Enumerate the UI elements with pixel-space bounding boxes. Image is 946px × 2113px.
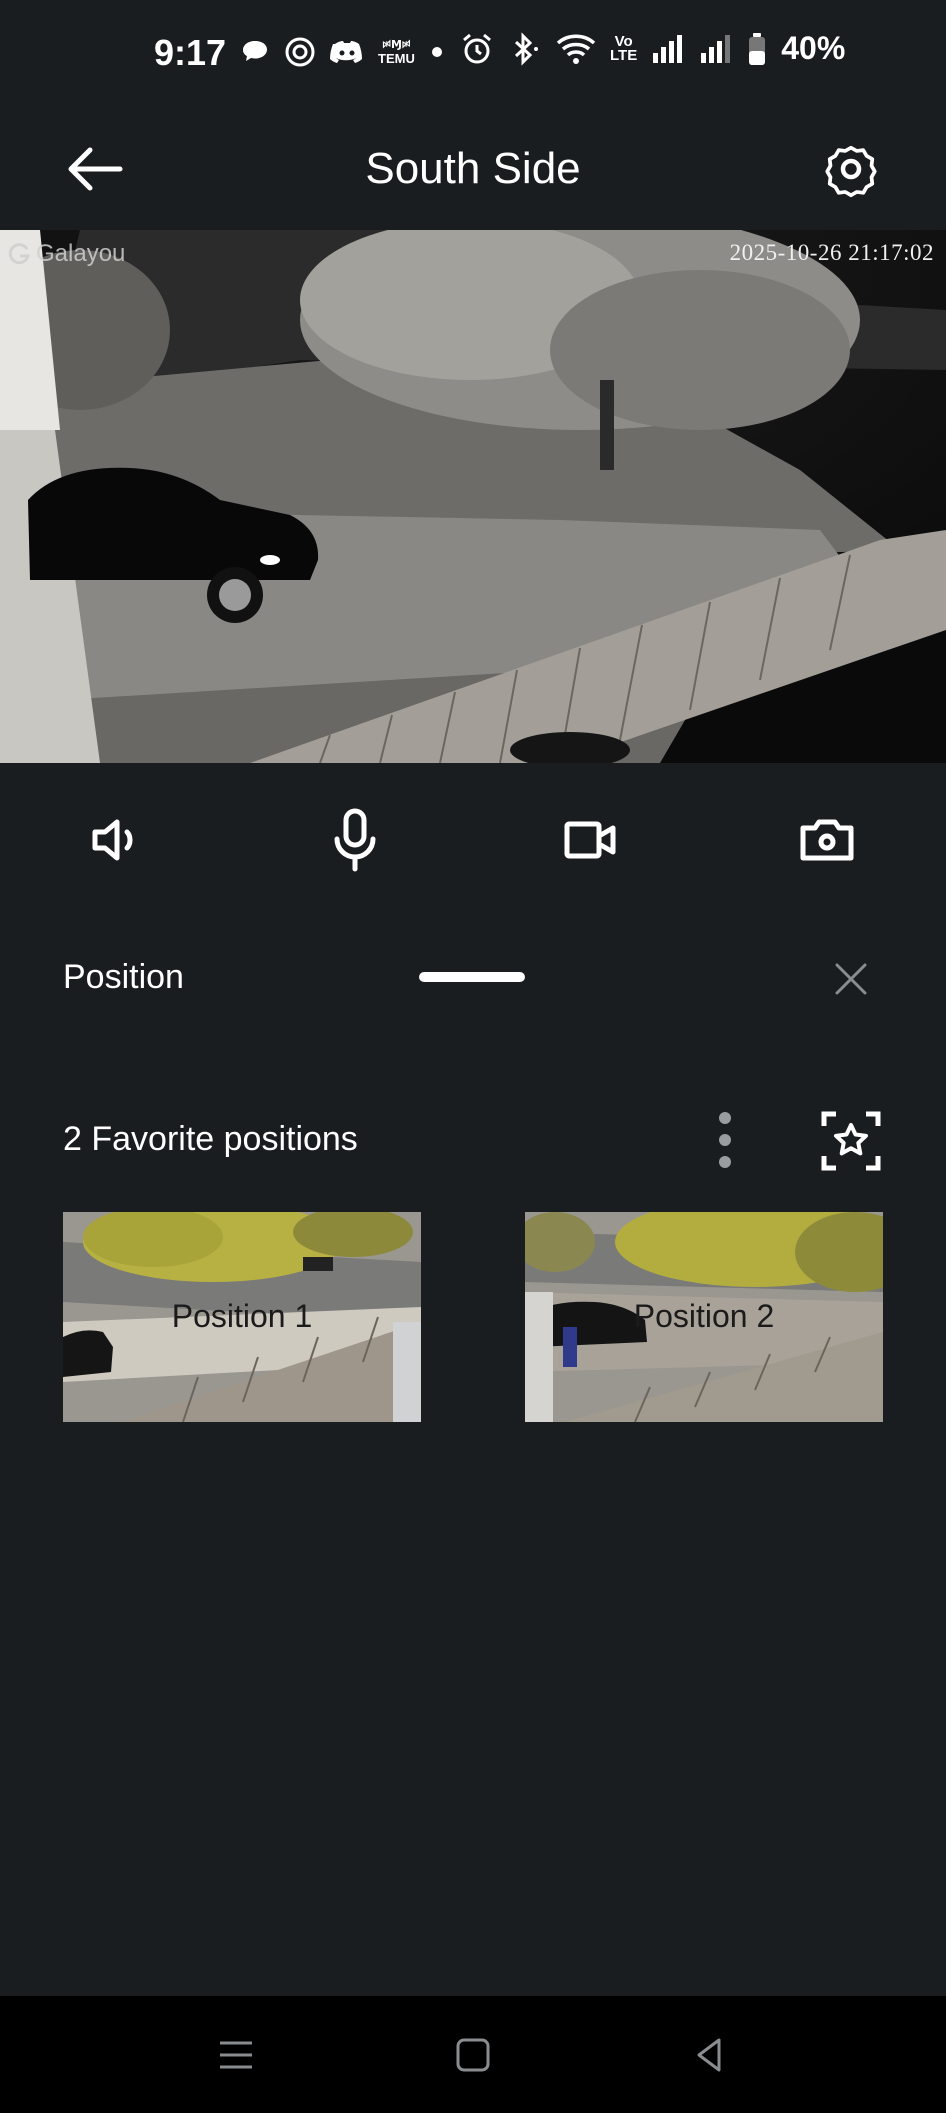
add-favorite-position-icon xyxy=(821,1111,881,1171)
more-vertical-icon xyxy=(719,1112,731,1168)
speaker-button[interactable] xyxy=(84,805,154,875)
panel-drag-handle[interactable] xyxy=(419,972,525,982)
gear-icon xyxy=(825,145,877,198)
brand-watermark: Galayou xyxy=(8,240,125,268)
signal-icon xyxy=(653,34,683,63)
threads-icon xyxy=(285,37,315,67)
battery-percent: 40% xyxy=(781,30,846,66)
chat-bubble-icon xyxy=(243,41,267,61)
live-camera-view[interactable]: Galayou 2025-10-26 21:17:02 xyxy=(0,230,946,763)
position-panel-header: Position xyxy=(0,930,946,1030)
status-bar: 9:17 ꗰⱮꗰ TEMU Vo LTE 40% xyxy=(0,0,946,110)
nav-back-button[interactable] xyxy=(685,2030,735,2080)
app-header: South Side xyxy=(0,110,946,230)
page-title: South Side xyxy=(365,144,581,193)
panel-title: Position xyxy=(63,958,184,996)
add-favorite-position-button[interactable] xyxy=(820,1110,882,1172)
microphone-button[interactable] xyxy=(320,805,390,875)
system-icons: Vo LTE 40% xyxy=(460,30,845,67)
dot-icon xyxy=(431,47,442,57)
status-time: 9:17 xyxy=(154,32,227,73)
alarm-icon xyxy=(463,33,491,63)
volte-icon: Vo LTE xyxy=(610,32,638,64)
camera-controls xyxy=(0,763,946,913)
notification-icons: ꗰⱮꗰ TEMU xyxy=(240,36,445,68)
favorite-position-1[interactable]: Position 1 xyxy=(63,1212,421,1422)
position-2-label: Position 2 xyxy=(633,1298,775,1334)
position-1-label: Position 1 xyxy=(171,1298,313,1334)
home-button[interactable] xyxy=(448,2030,498,2080)
home-icon xyxy=(456,2038,490,2072)
camera-snapshot-icon xyxy=(800,819,854,861)
video-timestamp: 2025-10-26 21:17:02 xyxy=(729,240,934,265)
recent-apps-button[interactable] xyxy=(211,2030,261,2080)
settings-button[interactable] xyxy=(816,134,886,204)
speaker-icon xyxy=(92,819,133,861)
temu-icon: ꗰⱮꗰ TEMU xyxy=(378,39,415,66)
galayou-logo-icon xyxy=(8,243,30,265)
battery-icon xyxy=(749,32,766,65)
video-record-icon xyxy=(564,821,616,859)
favorite-position-2[interactable]: Position 2 xyxy=(525,1212,883,1422)
wifi-icon xyxy=(556,34,596,64)
favorites-header: 2 Favorite positions xyxy=(0,1100,946,1180)
close-icon xyxy=(835,963,867,995)
discord-icon xyxy=(330,41,362,63)
record-video-button[interactable] xyxy=(556,805,626,875)
microphone-icon xyxy=(334,808,376,872)
back-icon xyxy=(697,2038,721,2072)
snapshot-button[interactable] xyxy=(792,805,862,875)
favorites-title: 2 Favorite positions xyxy=(63,1120,358,1158)
close-panel-button[interactable] xyxy=(826,954,876,1004)
system-nav-bar xyxy=(0,1996,946,2113)
recent-apps-icon xyxy=(220,2041,252,2069)
signal-icon xyxy=(701,34,731,63)
camera-feed-image xyxy=(0,230,946,763)
more-options-button[interactable] xyxy=(704,1106,746,1174)
bluetooth-icon xyxy=(514,31,538,66)
